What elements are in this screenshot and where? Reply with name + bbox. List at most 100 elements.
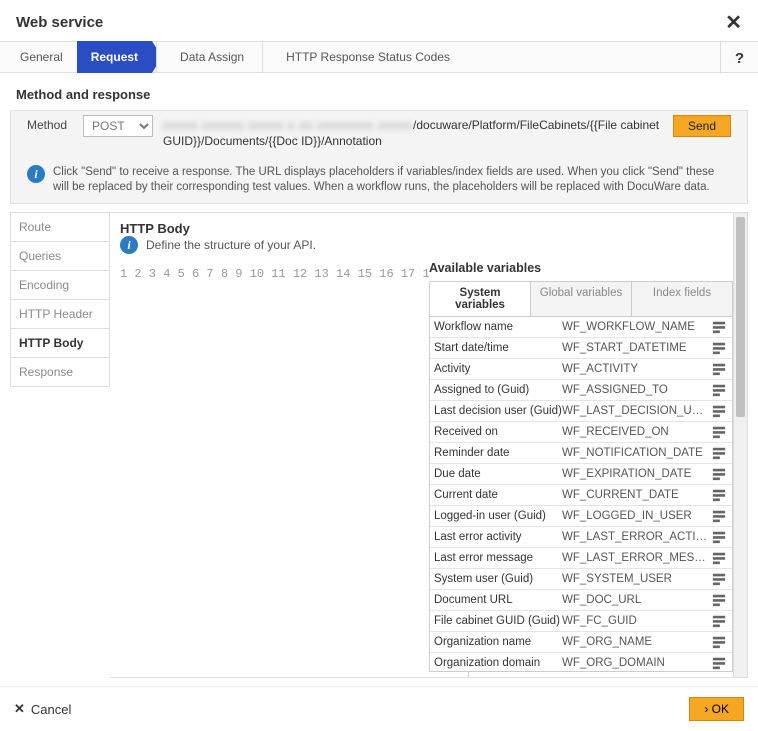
method-label: Method — [27, 115, 73, 132]
variable-name: Reminder date — [434, 447, 562, 459]
cancel-button[interactable]: ✕ Cancel — [14, 701, 71, 717]
side-tab-http-header[interactable]: HTTP Header — [10, 299, 110, 328]
variable-row[interactable]: Organization domainWF_ORG_DOMAIN — [430, 653, 732, 672]
variables-panel: Available variables System variablesGlob… — [429, 261, 733, 672]
side-tab-list: RouteQueriesEncodingHTTP HeaderHTTP Body… — [10, 212, 110, 678]
side-tab-queries[interactable]: Queries — [10, 241, 110, 270]
variable-row[interactable]: Reminder dateWF_NOTIFICATION_DATE — [430, 443, 732, 464]
side-tab-route[interactable]: Route — [10, 212, 110, 241]
tab-general[interactable]: General — [6, 41, 77, 73]
insert-icon[interactable] — [712, 383, 728, 397]
tab-data-assign[interactable]: Data Assign — [166, 41, 258, 73]
variable-id: WF_DOC_URL — [562, 594, 708, 606]
var-tab-index-fields[interactable]: Index fields — [632, 282, 732, 316]
var-tab-system-variables[interactable]: System variables — [430, 282, 531, 316]
variable-id: WF_LOGGED_IN_USER — [562, 510, 708, 522]
variable-id: WF_LAST_ERROR_ACTIVITY — [562, 531, 708, 543]
variable-name: Logged-in user (Guid) — [434, 510, 562, 522]
pane-subtitle: Define the structure of your API. — [146, 238, 316, 252]
variable-name: Assigned to (Guid) — [434, 384, 562, 396]
top-tab-bar: GeneralRequest Data Assign HTTP Response S… — [0, 41, 758, 73]
variable-id: WF_EXPIRATION_DATE — [562, 468, 708, 480]
insert-icon[interactable] — [712, 446, 728, 460]
variable-row[interactable]: Document URLWF_DOC_URL — [430, 590, 732, 611]
side-tab-http-body[interactable]: HTTP Body — [10, 328, 110, 357]
insert-icon[interactable] — [712, 572, 728, 586]
variable-name: Workflow name — [434, 321, 562, 333]
insert-icon[interactable] — [712, 488, 728, 502]
insert-icon[interactable] — [712, 467, 728, 481]
variable-row[interactable]: ActivityWF_ACTIVITY — [430, 359, 732, 380]
variable-name: Last error message — [434, 552, 562, 564]
close-icon[interactable]: ✕ — [725, 10, 742, 35]
variable-id: WF_ASSIGNED_TO — [562, 384, 708, 396]
insert-icon[interactable] — [712, 530, 728, 544]
variable-name: Due date — [434, 468, 562, 480]
variable-name: File cabinet GUID (Guid) — [434, 615, 562, 627]
variable-id: WF_ACTIVITY — [562, 363, 708, 375]
variables-title: Available variables — [429, 261, 733, 275]
variable-id: WF_CURRENT_DATE — [562, 489, 708, 501]
variable-row[interactable]: Received onWF_RECEIVED_ON — [430, 422, 732, 443]
section-title: Method and response — [0, 73, 758, 110]
var-tab-global-variables[interactable]: Global variables — [531, 282, 632, 316]
variable-row[interactable]: Last error activityWF_LAST_ERROR_ACTIVIT… — [430, 527, 732, 548]
variable-name: Current date — [434, 489, 562, 501]
tab-http-response-status-codes[interactable]: HTTP Response Status Codes — [272, 41, 464, 73]
variable-name: Start date/time — [434, 342, 562, 354]
insert-icon[interactable] — [712, 425, 728, 439]
help-button[interactable]: ? — [720, 42, 758, 74]
line-gutter: 1 2 3 4 5 6 7 8 9 10 11 12 13 14 15 16 1… — [120, 262, 462, 678]
insert-icon[interactable] — [712, 656, 728, 670]
variable-row[interactable]: Start date/timeWF_START_DATETIME — [430, 338, 732, 359]
send-button[interactable]: Send — [673, 115, 731, 137]
variable-row[interactable]: Workflow nameWF_WORKFLOW_NAME — [430, 317, 732, 338]
info-text: Click "Send" to receive a response. The … — [53, 165, 731, 195]
variable-row[interactable]: Last decision user (Guid)WF_LAST_DECISIO… — [430, 401, 732, 422]
close-icon: ✕ — [14, 701, 25, 717]
insert-icon[interactable] — [712, 404, 728, 418]
scrollbar[interactable] — [733, 213, 747, 677]
variable-id: WF_WORKFLOW_NAME — [562, 321, 708, 333]
variable-name: Received on — [434, 426, 562, 438]
insert-icon[interactable] — [712, 635, 728, 649]
variable-name: Activity — [434, 363, 562, 375]
dialog-title: Web service — [16, 14, 103, 31]
variable-id: WF_FC_GUID — [562, 615, 708, 627]
side-tab-encoding[interactable]: Encoding — [10, 270, 110, 299]
tab-request[interactable]: Request — [77, 41, 152, 73]
insert-icon[interactable] — [712, 593, 728, 607]
variable-id: WF_ORG_NAME — [562, 636, 708, 648]
variable-row[interactable]: Logged-in user (Guid)WF_LOGGED_IN_USER — [430, 506, 732, 527]
variable-name: Last error activity — [434, 531, 562, 543]
insert-icon[interactable] — [712, 341, 728, 355]
url-display: xxxxx xxxxxx xxxxx x xx xxxxxxxx xxxxx/d… — [163, 115, 663, 149]
info-icon: i — [120, 236, 138, 254]
variable-row[interactable]: Last error messageWF_LAST_ERROR_MESSAGE — [430, 548, 732, 569]
variable-id: WF_SYSTEM_USER — [562, 573, 708, 585]
variable-name: Document URL — [434, 594, 562, 606]
insert-icon[interactable] — [712, 614, 728, 628]
variable-id: WF_LAST_DECISION_USER — [562, 405, 708, 417]
variable-name: Organization domain — [434, 657, 562, 669]
variable-id: WF_ORG_DOMAIN — [562, 657, 708, 669]
insert-icon[interactable] — [712, 320, 728, 334]
insert-icon[interactable] — [712, 509, 728, 523]
variable-row[interactable]: Due dateWF_EXPIRATION_DATE — [430, 464, 732, 485]
insert-icon[interactable] — [712, 551, 728, 565]
variable-id: WF_LAST_ERROR_MESSAGE — [562, 552, 708, 564]
variable-name: Organization name — [434, 636, 562, 648]
side-tab-response[interactable]: Response — [10, 357, 110, 387]
variable-id: WF_START_DATETIME — [562, 342, 708, 354]
variable-row[interactable]: System user (Guid)WF_SYSTEM_USER — [430, 569, 732, 590]
insert-icon[interactable] — [712, 362, 728, 376]
variable-row[interactable]: Current dateWF_CURRENT_DATE — [430, 485, 732, 506]
scrollbar-thumb[interactable] — [736, 217, 745, 417]
variable-row[interactable]: Organization nameWF_ORG_NAME — [430, 632, 732, 653]
variable-row[interactable]: File cabinet GUID (Guid)WF_FC_GUID — [430, 611, 732, 632]
ok-button[interactable]: › OK — [689, 697, 744, 721]
method-select[interactable]: POST — [83, 115, 153, 137]
variable-name: System user (Guid) — [434, 573, 562, 585]
variable-id: WF_RECEIVED_ON — [562, 426, 708, 438]
variable-row[interactable]: Assigned to (Guid)WF_ASSIGNED_TO — [430, 380, 732, 401]
